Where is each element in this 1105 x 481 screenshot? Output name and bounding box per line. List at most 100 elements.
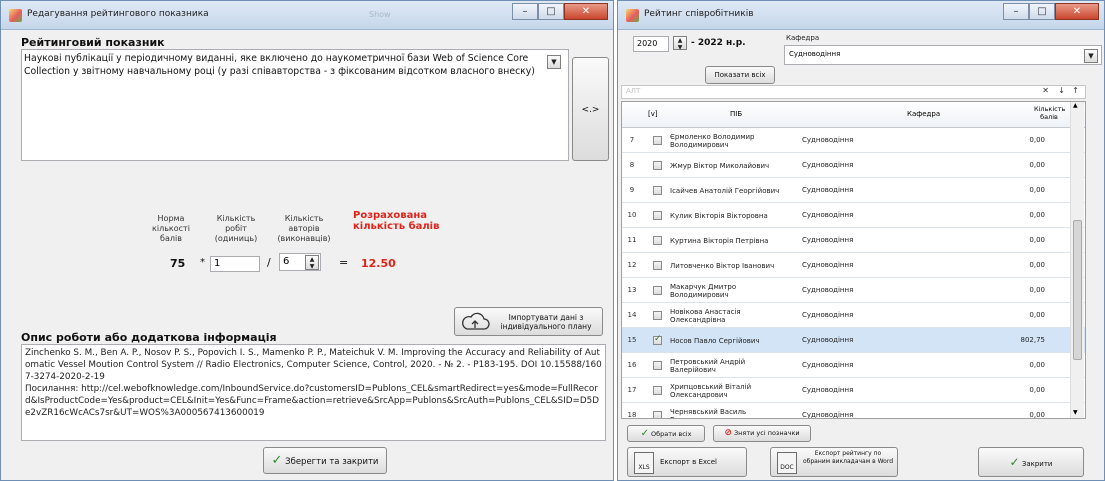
pib-column-header[interactable]: ПІБ: [730, 110, 742, 118]
department-label: Кафедра: [786, 34, 820, 42]
year-stepper-icon[interactable]: ▲ ▼: [673, 36, 687, 51]
table-row[interactable]: 18 Чернявський Василь Васильович Судноводі…: [622, 403, 1085, 419]
close-label: Закрити: [1021, 460, 1053, 468]
description-title: Опис роботи або додаткова інформація: [21, 331, 277, 344]
chevron-down-icon[interactable]: ▼: [547, 55, 561, 69]
row-checkbox[interactable]: [653, 236, 662, 245]
authors-header: Кількість авторів (виконавців): [277, 214, 331, 243]
employee-name: Жмур Віктор Миколайович: [670, 162, 770, 170]
description-textarea[interactable]: Zinchenko S. M., Ben A. P., Nosov P. S.,…: [21, 344, 606, 441]
result-value: 12.50: [361, 257, 396, 270]
import-button[interactable]: Імпортувати дані з індивідуального плану: [454, 307, 603, 336]
row-number: 11: [627, 236, 637, 244]
export-word-label: Експорт рейтингу по обраним викладачам в…: [802, 450, 894, 465]
row-number: 7: [629, 136, 635, 144]
calculated-header: Розрахована кількість балів: [353, 210, 440, 232]
clear-all-button[interactable]: ⊘ Зняти усі позначки: [713, 425, 811, 442]
row-checkbox[interactable]: [653, 261, 662, 270]
maximize-button[interactable]: □: [538, 3, 564, 20]
employee-department: Судноводіння: [802, 136, 854, 144]
employee-score: 0,00: [1029, 411, 1045, 419]
export-word-button[interactable]: DOC Експорт рейтингу по обраним викладач…: [770, 447, 898, 477]
save-close-button[interactable]: ✓ Зберегти та закрити: [263, 447, 387, 474]
search-placeholder: АЛТ: [626, 87, 641, 95]
check-icon: ✓: [271, 453, 283, 468]
export-excel-button[interactable]: XLS Експорт в Excel: [627, 447, 747, 477]
checkmark-icon: ✓: [654, 334, 662, 344]
employee-score: 0,00: [1029, 361, 1045, 369]
table-row[interactable]: 17 Хрипцовський Віталій Олександрович Судн…: [622, 378, 1085, 403]
table-row[interactable]: 10 Кулик Вікторія Вікторовна Судноводіння 0…: [622, 203, 1085, 228]
row-checkbox[interactable]: [653, 411, 662, 418]
row-number: 12: [627, 261, 637, 269]
row-checkbox[interactable]: [653, 286, 662, 295]
table-row[interactable]: 7 Єрмоленко Володимир Володимирович Суднов…: [622, 128, 1085, 153]
title-bar: Редагування рейтингового показника Show …: [1, 1, 613, 30]
employee-department: Судноводіння: [802, 211, 854, 219]
employee-department: Судноводіння: [802, 361, 854, 369]
table-row[interactable]: 14 Новікова Анастасія Олександрівна Суднов…: [622, 303, 1085, 328]
row-number: 8: [629, 161, 635, 169]
arrow-up-icon[interactable]: ↑: [1072, 86, 1079, 95]
arrow-down-icon[interactable]: ↓: [1058, 86, 1065, 95]
row-checkbox[interactable]: ✓: [653, 334, 662, 345]
employee-name: Литовченко Віктор Іванович: [670, 262, 775, 270]
stepper-arrows-icon[interactable]: ▲ ▼: [305, 255, 319, 270]
scroll-down-icon[interactable]: ▼: [1073, 409, 1078, 416]
employee-score: 0,00: [1029, 136, 1045, 144]
table-row[interactable]: 11 Куртина Вікторія Петрівна Судноводіння 0…: [622, 228, 1085, 253]
vertical-scrollbar[interactable]: ▲ ▼: [1070, 102, 1084, 418]
year-to-label: - 2022 н.р.: [691, 38, 746, 48]
maximize-button[interactable]: □: [1029, 3, 1055, 20]
search-input[interactable]: АЛТ ✕ ↓ ↑: [621, 85, 1086, 99]
employee-department: Судноводіння: [802, 186, 854, 194]
row-number: 17: [627, 386, 637, 394]
employee-score: 802,75: [1020, 336, 1046, 344]
row-checkbox[interactable]: [653, 186, 662, 195]
close-button[interactable]: ✓ Закрити: [978, 447, 1084, 477]
row-checkbox[interactable]: [653, 386, 662, 395]
table-row[interactable]: 15 ✓ Носов Павло Сергійович Судноводіння 802…: [622, 328, 1085, 353]
row-number: 13: [627, 286, 637, 294]
score-column-header[interactable]: Кількість балів: [1034, 105, 1065, 121]
check-column-header[interactable]: [v]: [648, 110, 658, 118]
row-checkbox[interactable]: [653, 211, 662, 220]
table-row[interactable]: 12 Литовченко Віктор Іванович Судноводіння…: [622, 253, 1085, 278]
minimize-button[interactable]: –: [1003, 3, 1029, 20]
authors-stepper[interactable]: 6 ▲ ▼: [279, 253, 321, 271]
chevron-down-icon[interactable]: ▼: [1084, 49, 1098, 63]
department-column-header[interactable]: Кафедра: [907, 110, 940, 118]
row-checkbox[interactable]: [653, 311, 662, 320]
minimize-button[interactable]: –: [512, 3, 538, 20]
works-input[interactable]: 1: [210, 256, 260, 272]
table-header: [v] ПІБ Кафедра Кількість балів: [622, 102, 1085, 128]
department-select[interactable]: Судноводіння ▼: [784, 45, 1102, 65]
select-all-button[interactable]: ✓ Обрати всіх: [627, 425, 705, 442]
employee-score: 0,00: [1029, 311, 1045, 319]
employee-name: Петровський Андрій Валерійович: [670, 358, 746, 374]
row-checkbox[interactable]: [653, 361, 662, 370]
table-row[interactable]: 8 Жмур Віктор Миколайович Судноводіння 0,00: [622, 153, 1085, 178]
employee-score: 0,00: [1029, 286, 1045, 294]
table-row[interactable]: 16 Петровський Андрій Валерійович Судновод…: [622, 353, 1085, 378]
table-row[interactable]: 9 Ісайчев Анатолій Георгійович Судноводінн…: [622, 178, 1085, 203]
row-checkbox[interactable]: [653, 161, 662, 170]
table-row[interactable]: 13 Макарчук Дмитро Володимирович Судноводі…: [622, 278, 1085, 303]
authors-value: 6: [283, 256, 290, 267]
scrollbar-thumb[interactable]: [1073, 220, 1082, 360]
employee-score: 0,00: [1029, 186, 1045, 194]
year-from-input[interactable]: 2020: [633, 36, 669, 52]
close-window-button[interactable]: ✕: [564, 3, 608, 20]
employee-score: 0,00: [1029, 261, 1045, 269]
rating-window: Рейтинг співробітників – □ ✕ 2020 ▲ ▼ - 2…: [617, 0, 1105, 481]
employee-name: Кулик Вікторія Вікторовна: [670, 212, 768, 220]
clear-search-icon[interactable]: ✕: [1042, 86, 1049, 95]
show-all-button[interactable]: Показати всіх: [705, 66, 775, 84]
indicator-select[interactable]: Наукові публікації у періодичному виданн…: [21, 49, 569, 161]
row-checkbox[interactable]: [653, 136, 662, 145]
import-button-label: Імпортувати дані з індивідуального плану: [500, 313, 592, 331]
scroll-up-icon[interactable]: ▲: [1073, 102, 1078, 109]
close-window-button[interactable]: ✕: [1055, 3, 1099, 20]
side-select-button[interactable]: <.>: [572, 57, 609, 161]
row-number: 14: [627, 311, 637, 319]
